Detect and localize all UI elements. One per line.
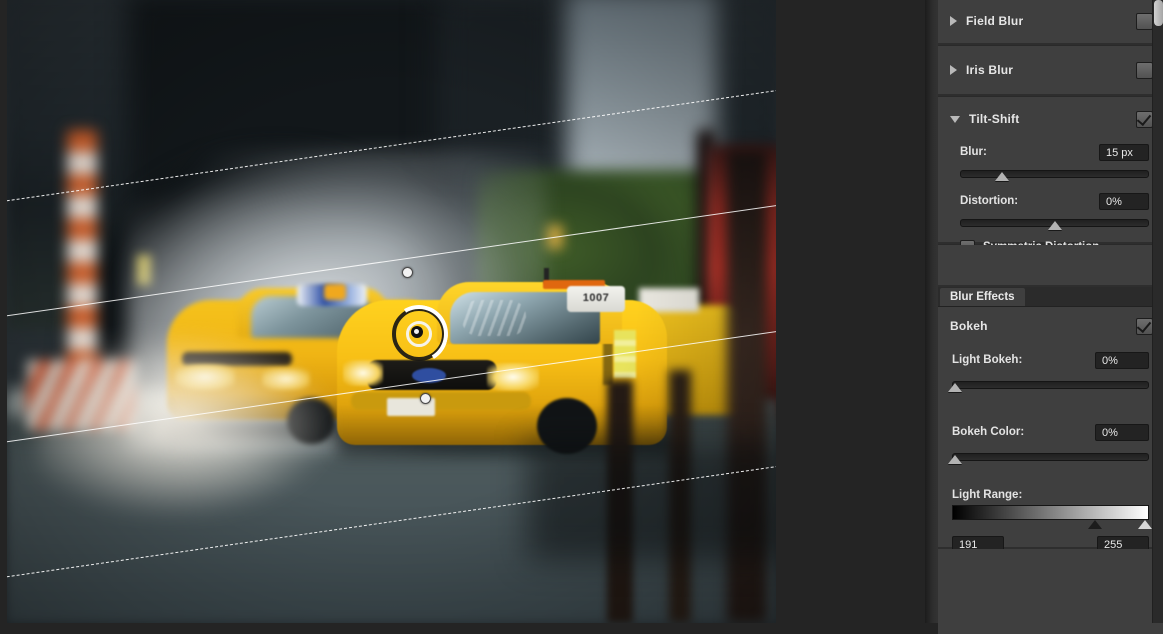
bokeh-label: Bokeh [950, 319, 988, 333]
panel-scrollbar[interactable] [1152, 0, 1163, 623]
bokeh-color-value-field[interactable]: 0% [1095, 423, 1149, 441]
iris-blur-checkbox[interactable] [1136, 61, 1153, 79]
blur-effects-tabbar: Blur Effects [938, 287, 1163, 307]
panel-title-field-blur: Field Blur [966, 14, 1024, 28]
light-bokeh-value-field[interactable]: 0% [1095, 351, 1149, 369]
distortion-label: Distortion: [960, 195, 1019, 207]
panel-title-iris-blur: Iris Blur [966, 63, 1014, 77]
blur-value-field[interactable]: 15 px [1099, 143, 1149, 161]
blur-slider-knob[interactable] [994, 172, 1009, 181]
distortion-value-field[interactable]: 0% [1099, 192, 1149, 210]
bokeh-color-slider-knob[interactable] [948, 455, 962, 464]
bokeh-color-label: Bokeh Color: [952, 426, 1025, 438]
field-blur-checkbox[interactable] [1136, 12, 1153, 30]
light-range-group: Light Range: 191 255 [938, 489, 1163, 553]
light-range-min-knob[interactable] [1087, 520, 1102, 529]
triangle-right-icon[interactable] [950, 16, 957, 26]
blur-gallery-workspace: 1007 [0, 0, 1163, 634]
panel-empty-spacer [938, 245, 1163, 285]
panel-title-tilt-shift: Tilt-Shift [969, 112, 1020, 126]
panel-tilt-shift[interactable]: Tilt-Shift Blur: 15 px Distortion: 0% [938, 97, 1163, 255]
panel-iris-blur[interactable]: Iris Blur [938, 46, 1163, 94]
image-canvas[interactable]: 1007 [7, 0, 776, 623]
distortion-slider-knob[interactable] [1047, 221, 1062, 230]
blur-effects-controls: Light Bokeh: 0% Bokeh Color: 0% [938, 349, 1163, 465]
light-range-gradient-bar[interactable] [952, 505, 1149, 520]
light-bokeh-slider-knob[interactable] [948, 383, 962, 392]
tilt-shift-checkbox[interactable] [1136, 110, 1153, 128]
light-bokeh-slider-track[interactable] [952, 381, 1149, 389]
panel-scrollbar-thumb[interactable] [1154, 0, 1163, 26]
light-bokeh-slider[interactable] [948, 377, 1149, 393]
blur-label: Blur: [960, 146, 987, 158]
tab-blur-effects[interactable]: Blur Effects [940, 288, 1025, 306]
triangle-down-icon[interactable] [950, 115, 960, 123]
bokeh-checkbox[interactable] [1136, 317, 1153, 335]
light-range-max-knob[interactable] [1138, 520, 1153, 529]
canvas-panel-divider [925, 0, 938, 623]
bokeh-color-slider[interactable] [948, 449, 1149, 465]
photo-street-taxis: 1007 [7, 0, 776, 623]
light-bokeh-label: Light Bokeh: [952, 354, 1023, 366]
canvas-area[interactable]: 1007 [0, 0, 925, 623]
triangle-right-icon[interactable] [950, 65, 957, 75]
panel-bottom-spacer [938, 549, 1163, 634]
blur-tools-panel: Field Blur Iris Blur Tilt-Shift Blur: 15… [938, 0, 1163, 634]
light-range-label: Light Range: [952, 489, 1023, 501]
panel-blur-effects: Bokeh Light Bokeh: 0% Bokeh Color: 0% Li… [938, 307, 1163, 553]
blur-slider-track[interactable] [960, 170, 1149, 178]
blur-slider[interactable] [960, 166, 1149, 182]
bokeh-color-slider-track[interactable] [952, 453, 1149, 461]
distortion-slider[interactable] [960, 215, 1149, 231]
tilt-shift-controls: Blur: 15 px Distortion: 0% [938, 141, 1163, 231]
panel-field-blur[interactable]: Field Blur [938, 0, 1163, 43]
light-range-knobs [952, 520, 1153, 531]
